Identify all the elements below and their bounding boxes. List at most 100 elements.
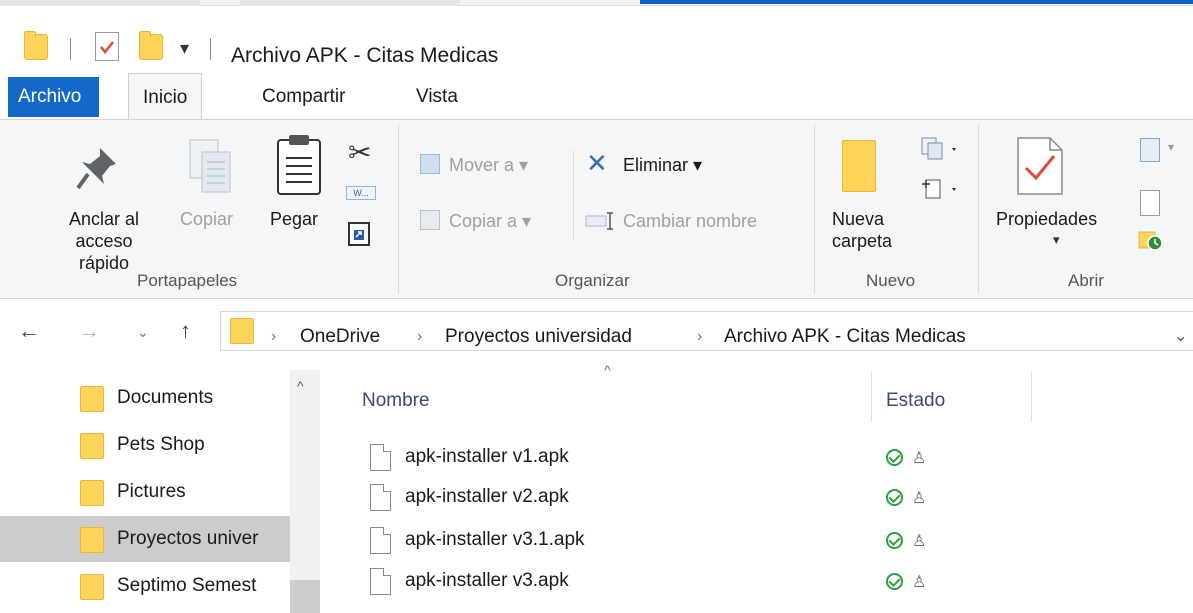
rename-button[interactable]: Cambiar nombre [623,210,757,232]
folder-icon [80,480,104,506]
new-folder-large-icon[interactable] [842,140,876,192]
shared-user-icon: ♙ [912,490,927,507]
tab-archivo[interactable]: Archivo [8,77,100,117]
up-arrow-icon[interactable]: ↑ [180,318,191,344]
copy-to-icon[interactable] [420,210,440,230]
new-item-icon[interactable] [920,136,956,160]
tab-compartir[interactable]: Compartir [248,73,359,120]
divider [573,150,574,240]
move-to-button[interactable]: Mover a ▾ [449,154,528,176]
new-folder-line2: carpeta [832,231,893,251]
group-separator [978,124,979,294]
file-name: apk-installer v3.apk [405,570,569,591]
properties-dropdown-icon[interactable]: ▾ [1053,232,1060,248]
properties-button[interactable]: Propiedades [996,208,1097,230]
file-name: apk-installer v1.apk [405,446,569,467]
pin-label-line1: Anclar al [68,209,140,229]
ribbon-tabs: Archivo Inicio Compartir Vista [0,73,1193,120]
edit-icon[interactable] [1140,190,1160,216]
folder-icon [80,574,104,600]
forward-arrow-icon[interactable]: → [78,318,100,344]
address-folder-icon [230,318,254,344]
group-label-organizar: Organizar [555,271,630,290]
file-row[interactable]: apk-installer v3.1.apk ♙ [360,523,1190,563]
properties-icon[interactable] [1014,136,1066,201]
properties-check-large-icon [1017,137,1063,195]
history-icon[interactable] [1138,228,1163,252]
copy-path-icon[interactable]: W... [346,186,376,200]
sidebar-scrollbar[interactable] [290,370,320,613]
folder-icon [80,433,104,459]
sidebar-scroll-thumb[interactable] [290,580,320,613]
paste-button[interactable]: Pegar [270,208,318,230]
sidebar-item-documents[interactable]: Documents [0,375,290,421]
file-name: apk-installer v2.apk [405,486,569,507]
paste-icon[interactable] [274,132,324,201]
copy-pages-icon [189,139,231,193]
new-folder-icon[interactable] [139,31,163,60]
move-to-icon[interactable] [420,154,440,174]
breadcrumb-onedrive[interactable]: OneDrive [300,326,380,348]
check-mark-icon [100,41,114,55]
sidebar-item-proyectos-universidad[interactable]: Proyectos univer [0,516,290,562]
breadcrumb-current-folder[interactable]: Archivo APK - Citas Medicas [724,326,966,348]
properties-check-icon[interactable] [95,32,119,61]
folder-icon[interactable] [24,31,48,60]
recent-locations-chevron-icon[interactable]: ⌄ [137,324,149,341]
copy-to-button[interactable]: Copiar a ▾ [449,210,531,232]
pin-label-line2: acceso rápido [75,231,133,273]
copy-icon[interactable] [188,138,236,201]
file-row[interactable]: apk-installer v2.apk ♙ [360,480,1190,520]
cut-icon[interactable]: ✂ [348,136,371,169]
shared-user-icon: ♙ [912,574,927,591]
synced-check-icon [886,532,903,549]
file-row[interactable]: apk-installer v3.apk ♙ [360,564,1190,604]
easy-access-glyph-icon [922,179,956,199]
accent-strip [640,0,1193,4]
file-row[interactable]: apk-installer v1.apk ♙ [360,440,1190,480]
back-arrow-icon[interactable]: ← [18,318,40,344]
delete-label: Eliminar [623,155,689,175]
breadcrumb-proyectos-universidad[interactable]: Proyectos universidad [445,326,632,348]
group-separator [814,124,815,294]
column-divider[interactable] [1031,372,1032,422]
scroll-up-arrow-icon[interactable]: ^ [297,378,304,394]
pin-quick-access-button[interactable]: Anclar al acceso rápido [50,208,158,274]
history-clock-icon [1138,231,1163,251]
column-header-estado[interactable]: Estado [886,390,945,412]
breadcrumb-separator-icon[interactable]: › [271,328,276,346]
sort-ascending-icon: ^ [604,362,611,378]
delete-x-icon[interactable]: ✕ [586,150,608,176]
address-dropdown-chevron-icon[interactable]: ⌄ [1174,326,1187,346]
new-folder-button[interactable]: Nueva carpeta [832,208,892,252]
shared-user-icon: ♙ [912,533,927,550]
window-title: Archivo APK - Citas Medicas [231,44,499,67]
group-separator [398,124,399,294]
copy-button[interactable]: Copiar [180,208,233,230]
open-icon[interactable] [1140,138,1160,162]
tab-inicio[interactable]: Inicio [128,73,203,120]
title-bar: ▾ Archivo APK - Citas Medicas [0,12,1193,70]
shared-user-icon: ♙ [912,450,927,467]
move-to-label: Mover a [449,155,515,175]
divider [210,38,211,60]
rename-field-icon [585,212,613,230]
tab-vista[interactable]: Vista [402,73,472,120]
pin-icon[interactable] [70,140,126,201]
sidebar-item-pets-shop[interactable]: Pets Shop [0,422,290,468]
sidebar-item-septimo-semestre[interactable]: Septimo Semest [0,563,290,609]
open-dropdown-icon[interactable]: ▾ [1168,140,1174,154]
folder-icon [80,527,104,553]
paste-shortcut-icon[interactable] [348,222,370,246]
shortcut-arrow-icon [354,230,364,240]
breadcrumb-separator-icon[interactable]: › [417,328,422,346]
column-header-nombre[interactable]: Nombre [362,390,430,412]
rename-icon[interactable] [585,212,617,230]
breadcrumb-separator-icon[interactable]: › [697,328,702,346]
customize-dropdown-icon[interactable]: ▾ [180,38,189,59]
delete-button[interactable]: Eliminar ▾ [623,154,702,176]
file-name: apk-installer v3.1.apk [405,529,585,550]
sidebar-item-pictures[interactable]: Pictures [0,469,290,515]
column-divider[interactable] [871,372,872,422]
easy-access-icon[interactable] [920,176,960,202]
